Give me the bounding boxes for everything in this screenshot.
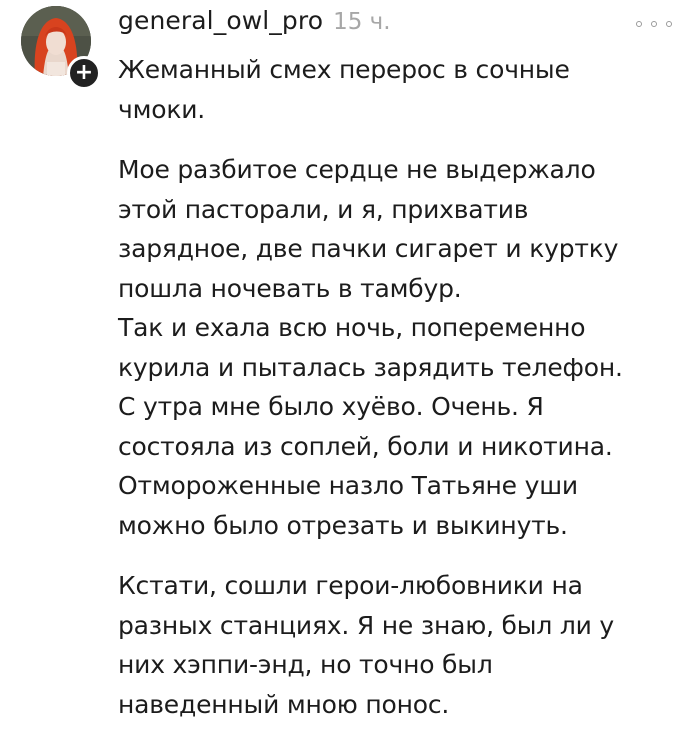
- text-line: Кстати, сошли герои-любовники на: [118, 571, 583, 600]
- comment-body: Жеманный смех перерос в сочные чмоки. Мо…: [118, 50, 688, 745]
- text-line: С утра мне было хуёво. Очень. Я: [118, 392, 544, 421]
- more-dot-icon: [636, 21, 642, 27]
- text-line: чмоки.: [118, 94, 206, 124]
- text-line: наведенный мною понос.: [118, 689, 450, 719]
- text-line: Жеманный смех перерос в сочные: [118, 55, 570, 84]
- comment-paragraph: Мое разбитое сердце не выдержало этой па…: [118, 150, 688, 545]
- text-line: зарядное, две пачки сигарет и куртку: [118, 234, 619, 263]
- more-dot-icon: [666, 21, 672, 27]
- follow-button[interactable]: +: [67, 56, 101, 90]
- text-line: курила и пыталась зарядить телефон.: [118, 352, 623, 382]
- text-line: пошла ночевать в тамбур.: [118, 273, 462, 303]
- text-line: можно было отрезать и выкинуть.: [118, 510, 568, 540]
- more-dot-icon: [651, 21, 657, 27]
- text-line: Мое разбитое сердце не выдержало: [118, 155, 596, 184]
- comment-paragraph: Кстати, сошли герои-любовники на разных …: [118, 566, 688, 724]
- comment-header: general_owl_pro 15 ч.: [118, 6, 391, 42]
- avatar-container[interactable]: +: [21, 6, 101, 90]
- text-line: них хэппи-энд, но точно был: [118, 650, 493, 679]
- text-line: Так и ехала всю ночь, попеременно: [118, 313, 586, 342]
- comment-paragraph: Жеманный смех перерос в сочные чмоки.: [118, 50, 688, 129]
- text-line: состояла из соплей, боли и никотина.: [118, 431, 613, 461]
- plus-icon: +: [74, 60, 94, 85]
- timestamp: 15 ч.: [333, 9, 391, 35]
- text-line: этой пасторали, и я, прихватив: [118, 194, 529, 224]
- more-options-button[interactable]: [636, 14, 672, 34]
- text-line: Отмороженные назло Татьяне уши: [118, 471, 578, 500]
- username-link[interactable]: general_owl_pro: [118, 6, 323, 35]
- text-line: разных станциях. Я не знаю, был ли у: [118, 610, 615, 640]
